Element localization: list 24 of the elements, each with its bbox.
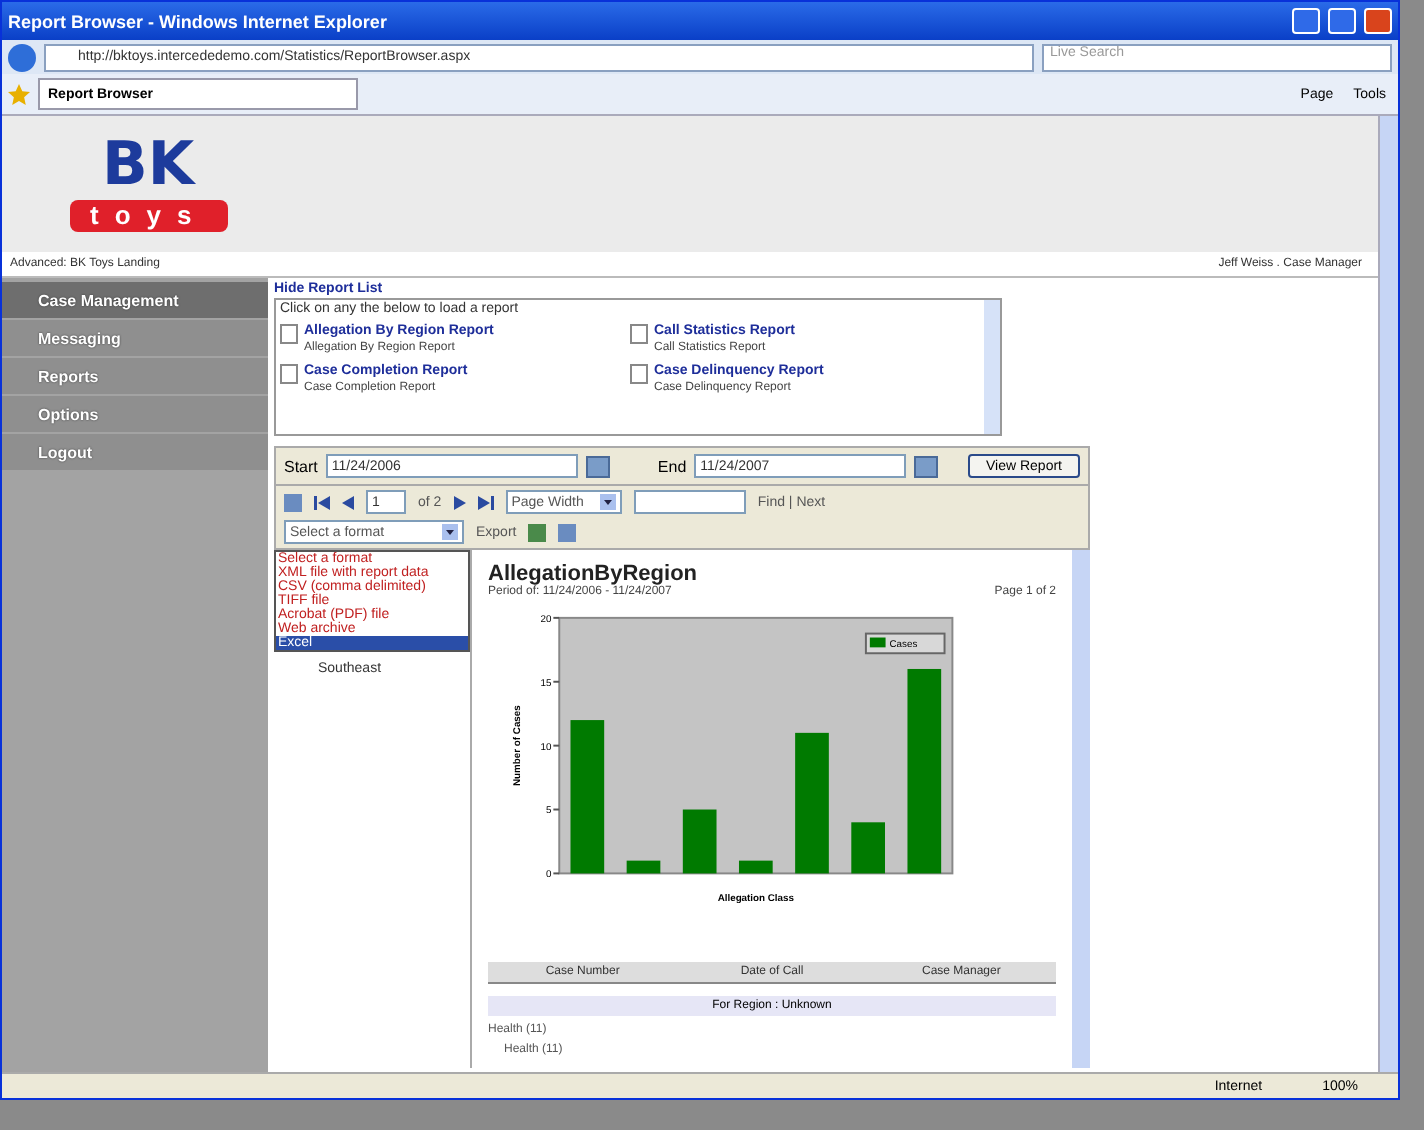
caret-icon (599, 494, 616, 510)
start-label: Start (284, 457, 318, 475)
previous-page-icon[interactable] (342, 495, 354, 509)
caret-icon (442, 524, 458, 540)
close-button[interactable] (1364, 8, 1392, 34)
next-page-icon[interactable] (453, 495, 466, 509)
window-title: Report Browser - Windows Internet Explorer (8, 11, 389, 31)
report-title: AllegationByRegion (488, 562, 700, 586)
minimize-button[interactable] (1292, 8, 1320, 34)
scrollbar[interactable] (984, 300, 1000, 434)
logo-subtext: toys (70, 200, 228, 232)
bar (682, 809, 717, 874)
last-page-icon[interactable] (477, 495, 494, 509)
first-page-icon[interactable] (314, 495, 330, 509)
end-label: End (657, 457, 687, 475)
logo-text: BK (100, 136, 195, 196)
find-field[interactable] (633, 490, 746, 514)
scrollbar[interactable] (1378, 116, 1398, 1072)
bar (851, 822, 885, 874)
bar (795, 732, 829, 874)
scrollbar[interactable] (1072, 550, 1090, 1068)
sidebar-item[interactable]: Case Management (2, 282, 268, 318)
maximize-button[interactable] (1328, 8, 1356, 34)
star-icon[interactable] (8, 83, 30, 105)
